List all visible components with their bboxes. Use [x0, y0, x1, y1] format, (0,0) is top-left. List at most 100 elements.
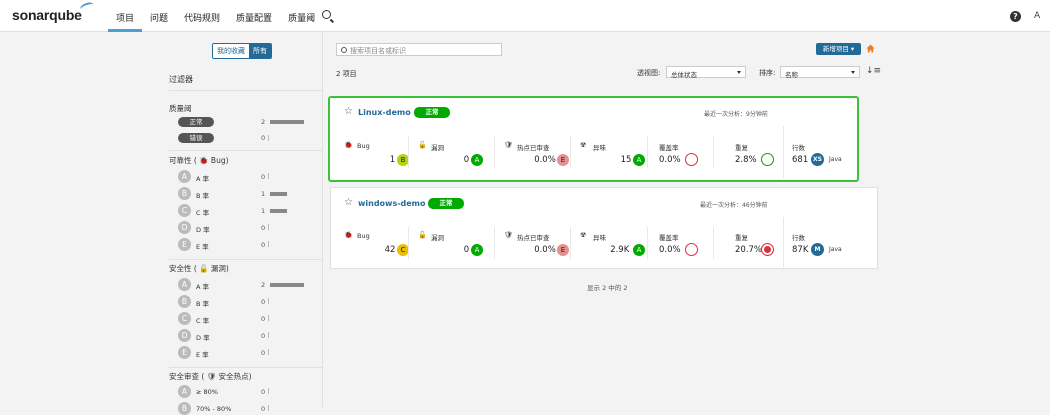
rating-b-circle[interactable]: B	[178, 402, 191, 415]
rating-badge[interactable]: A	[471, 154, 483, 166]
metric-value-duplication[interactable]: 20.7%	[735, 245, 762, 255]
facet-bar	[268, 135, 269, 141]
metric-label: 异味	[593, 144, 606, 152]
facet-title-text: 可靠性 (	[169, 156, 200, 165]
perspective-select[interactable]: 总体状态	[666, 66, 746, 79]
facet-bar	[270, 283, 304, 287]
facet-count: 0	[261, 134, 266, 142]
facet-option-label[interactable]: D 率	[196, 224, 210, 234]
facet-count: 0	[261, 388, 266, 396]
metric-value-smells[interactable]: 2.9K	[610, 245, 629, 255]
facet-option-label[interactable]: C 率	[196, 207, 209, 217]
metric-value-coverage[interactable]: 0.0%	[659, 245, 681, 255]
metric-value-bugs[interactable]: 42	[385, 245, 396, 255]
metric-value-smells[interactable]: 15	[621, 155, 632, 165]
facet-quality-gate-ok[interactable]: 正常	[178, 117, 214, 127]
metric-label: 热点已审查	[517, 234, 550, 242]
facet-option-label[interactable]: E 率	[196, 241, 209, 251]
metric-divider	[408, 136, 409, 168]
facet-option-label[interactable]: B 率	[196, 298, 209, 308]
rating-a-circle[interactable]: A	[178, 170, 191, 183]
facet-option-label[interactable]: A 率	[196, 281, 209, 291]
project-search-input[interactable]: 搜索项目名或标识	[336, 43, 502, 56]
facet-option-label[interactable]: E 率	[196, 349, 209, 359]
facet-count: 0	[261, 349, 266, 357]
rating-e-circle[interactable]: E	[178, 238, 191, 251]
rating-c-circle[interactable]: C	[178, 312, 191, 325]
metric-value-hotspots[interactable]: 0.0%	[534, 155, 556, 165]
search-placeholder: 搜索项目名或标识	[350, 47, 406, 55]
metric-value-vulns[interactable]: 0	[464, 155, 469, 165]
metric-label: 重复	[735, 234, 748, 242]
rating-d-circle[interactable]: D	[178, 329, 191, 342]
perspective-label: 透视图:	[637, 69, 661, 77]
facet-option-label[interactable]: A 率	[196, 173, 209, 183]
rating-e-circle[interactable]: E	[178, 346, 191, 359]
rating-d-circle[interactable]: D	[178, 221, 191, 234]
metric-divider	[647, 136, 648, 168]
nav-quality-profiles[interactable]: 质量配置	[228, 0, 280, 32]
hotspots-facet-title: 安全审查 ( 🛡 安全热点)	[169, 371, 252, 382]
facet-option-label[interactable]: ≥ 80%	[196, 388, 218, 396]
pagination-footer: 显示 2 中的 2	[587, 284, 628, 292]
star-icon[interactable]: ☆	[344, 197, 353, 208]
all-option[interactable]: 所有	[249, 44, 271, 58]
facet-title-text: 安全审查 (	[169, 372, 207, 381]
shield-icon: 🛡	[504, 141, 513, 149]
sort-select[interactable]: 名称	[780, 66, 860, 79]
metric-divider	[494, 227, 495, 259]
main-nav: 项目 问题 代码规则 质量配置 质量阈	[108, 0, 323, 32]
security-facet-title: 安全性 ( 🔓 漏洞)	[169, 263, 229, 274]
rating-badge[interactable]: A	[471, 244, 483, 256]
home-icon[interactable]	[866, 44, 875, 53]
metric-value-lines[interactable]: 87K	[792, 245, 808, 255]
size-rating-badge: XS	[811, 153, 824, 166]
help-icon[interactable]: ?	[1010, 11, 1021, 22]
metric-label: 漏洞	[431, 234, 444, 242]
search-icon[interactable]	[322, 10, 331, 19]
metric-divider	[647, 227, 648, 259]
metric-value-bugs[interactable]: 1	[390, 155, 395, 165]
facet-quality-gate-error[interactable]: 错误	[178, 133, 214, 143]
metric-value-duplication[interactable]: 2.8%	[735, 155, 757, 165]
nav-quality-gates[interactable]: 质量阈	[280, 0, 323, 32]
nav-projects[interactable]: 项目	[108, 0, 143, 32]
facet-option-label[interactable]: B 率	[196, 190, 209, 200]
metric-divider	[570, 136, 571, 168]
facet-bar	[270, 120, 304, 124]
metric-value-lines[interactable]: 681	[792, 155, 808, 165]
nav-issues[interactable]: 问题	[142, 0, 176, 32]
rating-badge[interactable]: A	[633, 154, 645, 166]
metric-value-coverage[interactable]: 0.0%	[659, 155, 681, 165]
favorites-option[interactable]: 我的收藏	[213, 44, 249, 58]
new-project-button[interactable]: 新增项目 ▾	[816, 43, 861, 55]
project-name-link[interactable]: windows-demo	[358, 199, 426, 208]
rating-c-circle[interactable]: C	[178, 204, 191, 217]
avatar[interactable]: A	[1034, 11, 1040, 21]
coverage-donut	[685, 153, 698, 166]
facet-bar	[268, 349, 269, 355]
metric-label: 漏洞	[431, 144, 444, 152]
nav-rules[interactable]: 代码规则	[176, 0, 228, 32]
project-name-link[interactable]: Linux-demo	[358, 108, 411, 117]
rating-badge[interactable]: E	[557, 154, 569, 166]
rating-badge[interactable]: E	[557, 244, 569, 256]
facet-title-text: 安全性 (	[169, 264, 200, 273]
rating-a-circle[interactable]: A	[178, 278, 191, 291]
star-icon[interactable]: ☆	[344, 106, 353, 117]
rating-a-circle[interactable]: A	[178, 385, 191, 398]
metric-value-hotspots[interactable]: 0.0%	[534, 245, 556, 255]
facet-option-label[interactable]: C 率	[196, 315, 209, 325]
rating-b-circle[interactable]: B	[178, 295, 191, 308]
divider	[169, 259, 323, 260]
metric-value-vulns[interactable]: 0	[464, 245, 469, 255]
facet-option-label[interactable]: 70% - 80%	[196, 405, 231, 413]
metric-divider	[570, 227, 571, 259]
sonarqube-logo[interactable]: sonarqube	[12, 0, 95, 23]
sort-value: 名称	[785, 71, 798, 79]
rating-badge[interactable]: A	[633, 244, 645, 256]
facet-option-label[interactable]: D 率	[196, 332, 210, 342]
rating-b-circle[interactable]: B	[178, 187, 191, 200]
language-label: Java	[829, 156, 842, 163]
sort-direction-icon[interactable]: ↓≡	[866, 66, 881, 76]
